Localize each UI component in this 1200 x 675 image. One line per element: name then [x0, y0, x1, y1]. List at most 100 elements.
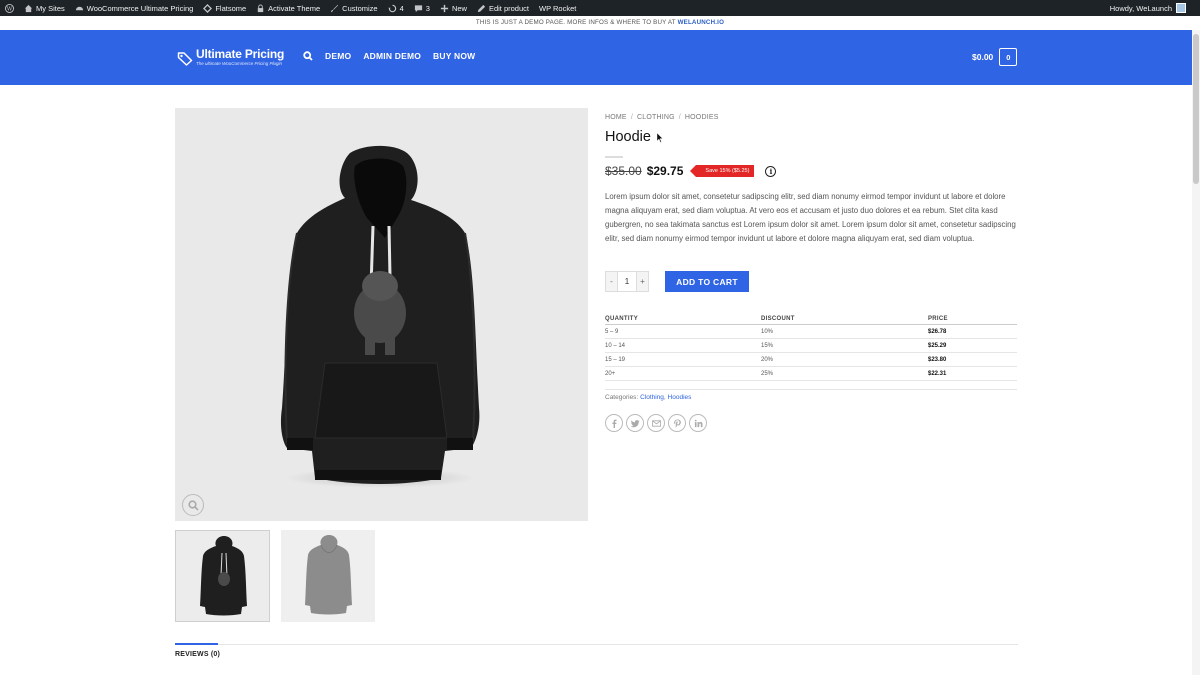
admin-item-label: WooCommerce Ultimate Pricing	[86, 3, 194, 13]
mouse-cursor-icon	[657, 133, 663, 143]
active-tab-indicator	[175, 643, 218, 645]
admin-item-label: Edit product	[488, 3, 529, 13]
admin-account[interactable]: Howdy, WeLaunch	[1110, 3, 1200, 13]
logo-title: Ultimate Pricing	[196, 47, 285, 61]
header-cart[interactable]: $0.00 0	[972, 48, 1018, 66]
email-icon	[651, 419, 661, 427]
scrollbar-thumb[interactable]	[1193, 34, 1199, 184]
zoom-icon	[187, 499, 199, 511]
admin-item-label: Flatsome	[215, 3, 247, 13]
product-short-description: Lorem ipsum dolor sit amet, consetetur s…	[605, 192, 1016, 243]
nav-item-admin-demo[interactable]: ADMIN DEMO	[363, 51, 421, 61]
search-icon[interactable]	[303, 51, 313, 61]
quantity-input[interactable]: 1	[617, 272, 637, 291]
dashboard-icon	[75, 6, 83, 10]
save-badge: Save 15% ($5.25)	[690, 165, 755, 177]
admin-item-site-name[interactable]: WooCommerce Ultimate Pricing	[70, 0, 199, 16]
avatar	[1176, 3, 1186, 13]
breadcrumb: HOME / CLOTHING / HOODIES	[605, 114, 719, 121]
cell-price: $23.80	[928, 352, 1017, 367]
share-pinterest-button[interactable]	[668, 414, 686, 432]
page-scrollbar[interactable]	[1192, 30, 1200, 675]
logo-subtitle: The ultimate WooCommerce Pricing Plugin	[196, 61, 283, 66]
product-title: Hoodie	[605, 129, 651, 145]
quantity-minus-button[interactable]: -	[606, 272, 617, 291]
admin-item-my-sites[interactable]: My Sites	[19, 0, 70, 16]
category-link-clothing[interactable]: Clothing	[640, 394, 664, 401]
admin-item-comments[interactable]: 3	[409, 0, 435, 16]
share-facebook-button[interactable]	[605, 414, 623, 432]
plus-icon	[440, 4, 449, 12]
admin-item-activate-theme[interactable]: Activate Theme	[251, 0, 325, 16]
column-header-quantity: QUANTITY	[605, 314, 761, 325]
table-header-row: QUANTITY DISCOUNT PRICE	[605, 314, 1017, 325]
logo-text: Ultimate Pricing The ultimate WooCommerc…	[196, 48, 284, 67]
admin-item-flatsome[interactable]: Flatsome	[198, 0, 251, 16]
howdy-text: Howdy, WeLaunch	[1109, 3, 1172, 13]
admin-item-customize[interactable]: Customize	[325, 0, 382, 16]
breadcrumb-clothing[interactable]: CLOTHING	[637, 114, 675, 121]
brush-icon	[331, 4, 339, 12]
wp-admin-bar: W My Sites WooCommerce Ultimate Pricing …	[0, 0, 1200, 16]
gallery-thumbnail-1[interactable]	[175, 530, 270, 622]
demo-notice-bar: THIS IS JUST A DEMO PAGE. MORE INFOS & W…	[0, 16, 1200, 30]
meta-divider	[605, 389, 1017, 390]
admin-item-label: Customize	[342, 3, 378, 13]
breadcrumb-hoodies[interactable]: HOODIES	[685, 114, 719, 121]
quantity-plus-button[interactable]: +	[637, 272, 648, 291]
product-main-image[interactable]	[175, 108, 588, 521]
cart-total: $0.00	[972, 52, 994, 62]
cell-quantity: 15 – 19	[605, 352, 761, 367]
wp-logo-item[interactable]: W	[0, 0, 19, 16]
sale-price: $29.75	[646, 164, 684, 178]
comment-icon	[414, 4, 422, 12]
share-twitter-button[interactable]	[626, 414, 644, 432]
admin-item-edit-product[interactable]: Edit product	[472, 0, 534, 16]
category-link-hoodies[interactable]: Hoodies	[668, 394, 692, 401]
home-icon	[24, 4, 33, 12]
admin-item-wp-rocket[interactable]: WP Rocket	[534, 0, 581, 16]
share-email-button[interactable]	[647, 414, 665, 432]
hoodie-thumbnail-black	[200, 536, 247, 616]
admin-item-label: My Sites	[36, 3, 65, 13]
column-header-discount: DISCOUNT	[761, 314, 928, 325]
gallery-thumbnail-2[interactable]	[281, 530, 375, 622]
table-row: 10 – 14 15% $25.29	[605, 338, 1017, 353]
breadcrumb-home[interactable]: HOME	[605, 114, 627, 121]
admin-item-new[interactable]: New	[435, 0, 472, 16]
regular-price: $35.00	[605, 164, 642, 178]
hoodie-thumbnail-back	[305, 535, 352, 615]
main-nav: DEMO ADMIN DEMO BUY NOW	[303, 51, 475, 61]
tab-reviews[interactable]: REVIEWS (0)	[175, 651, 220, 658]
nav-item-demo[interactable]: DEMO	[325, 51, 351, 61]
zoom-button[interactable]	[182, 494, 204, 516]
pinterest-icon	[673, 418, 681, 428]
category-separator: ,	[663, 394, 666, 401]
tabs-divider	[175, 644, 1018, 645]
cell-discount: 10%	[761, 324, 928, 339]
quantity-pricing-table: QUANTITY DISCOUNT PRICE 5 – 9 10% $26.78…	[605, 314, 1017, 381]
cell-quantity: 10 – 14	[605, 338, 761, 353]
cell-quantity: 20+	[605, 366, 761, 381]
svg-text:W: W	[7, 6, 13, 12]
site-logo[interactable]: Ultimate Pricing The ultimate WooCommerc…	[177, 48, 284, 67]
cart-count-badge: 0	[999, 48, 1018, 66]
price-row: $35.00 $29.75 Save 15% ($5.25) i	[605, 164, 777, 178]
welaunch-link[interactable]: WELAUNCH.IO	[678, 19, 725, 26]
hoodie-image	[280, 145, 480, 485]
nav-item-buy-now[interactable]: BUY NOW	[433, 51, 475, 61]
table-row: 15 – 19 20% $23.80	[605, 352, 1017, 367]
wordpress-icon: W	[5, 3, 14, 13]
admin-bar-left: W My Sites WooCommerce Ultimate Pricing …	[0, 0, 581, 16]
table-row: 5 – 9 10% $26.78	[605, 324, 1017, 339]
admin-item-updates[interactable]: 4	[383, 0, 409, 16]
product-categories: Categories: Clothing, Hoodies	[605, 394, 691, 401]
info-icon[interactable]: i	[765, 165, 777, 177]
categories-label: Categories:	[605, 394, 639, 401]
admin-item-label: New	[451, 3, 467, 13]
share-linkedin-button[interactable]	[689, 414, 707, 432]
table-row: 20+ 25% $22.31	[605, 366, 1017, 381]
demo-notice-text: THIS IS JUST A DEMO PAGE. MORE INFOS & W…	[475, 19, 676, 26]
add-to-cart-button[interactable]: ADD TO CART	[665, 271, 749, 292]
admin-item-label: 3	[425, 3, 430, 13]
